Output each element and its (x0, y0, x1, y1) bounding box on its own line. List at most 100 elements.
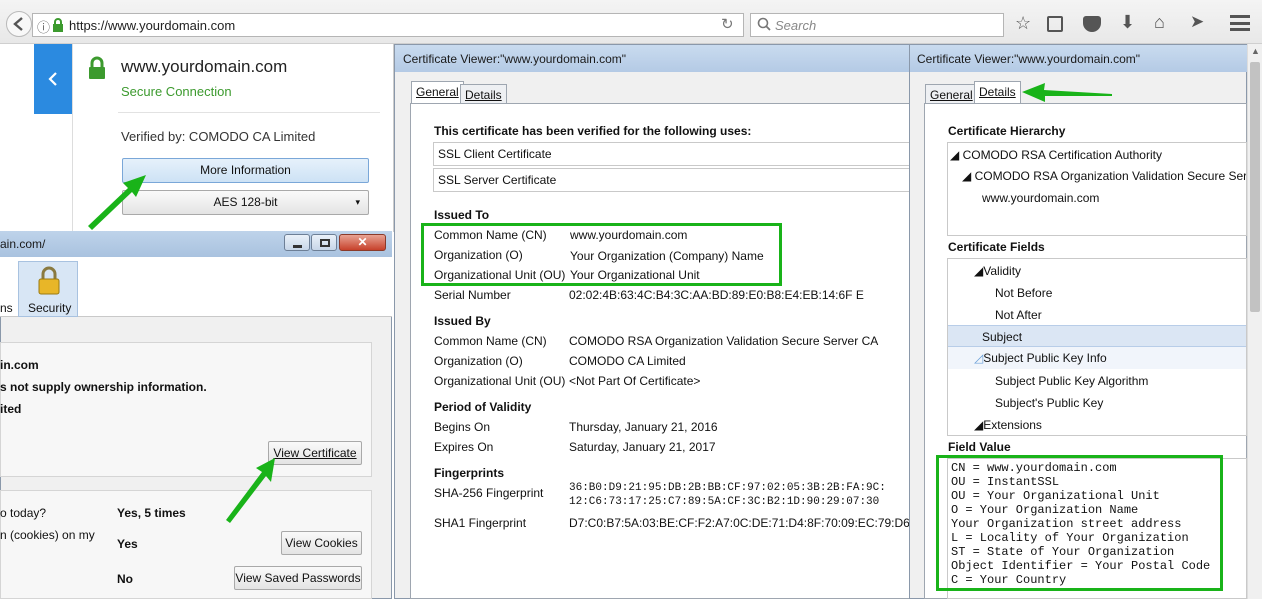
verified-uses-heading: This certificate has been verified for t… (434, 124, 752, 138)
verified-by-text: Verified by: COMODO CA Limited (121, 129, 316, 144)
tab-general-label: General (416, 85, 459, 99)
field-value: COMODO CA Limited (569, 354, 686, 368)
page-info-titlebar: ain.com/ ✕ (0, 231, 392, 257)
identity-divider (72, 44, 73, 232)
tab-general[interactable]: General (411, 81, 464, 103)
field-label: Begins On (434, 420, 491, 434)
view-cookies-button[interactable]: View Cookies (281, 531, 362, 555)
tree-node-label: Extensions (983, 418, 1042, 432)
field-value: COMODO RSA Organization Validation Secur… (569, 334, 879, 348)
search-icon (757, 17, 771, 31)
cipher-label: AES 128-bit (213, 195, 278, 209)
tree-node-label: Not Before (995, 286, 1053, 300)
cert-general-titlebar: Certificate Viewer:"www.yourdomain.com" (395, 45, 909, 72)
field-label: Expires On (434, 440, 494, 454)
downloads-icon[interactable]: ⬇ (1120, 12, 1135, 33)
cert-details-title: Certificate Viewer:"www.yourdomain.com" (917, 52, 1141, 66)
scroll-up-arrow-icon[interactable]: ▲ (1251, 46, 1260, 56)
tree-node[interactable]: ◢Validity (974, 264, 1021, 278)
view-saved-passwords-button[interactable]: View Saved Passwords (234, 566, 362, 590)
tab-security-label: Security (28, 301, 72, 315)
search-placeholder: Search (775, 18, 817, 33)
tab-details[interactable]: Details (974, 81, 1021, 103)
tree-node-label: Subject (982, 330, 1023, 344)
fields-tree[interactable]: ◢Validity Not Before Not After Subject ◿… (947, 258, 1247, 436)
owner-info-fragment: s not supply ownership information. (0, 380, 207, 394)
info-icon[interactable]: ⓘ (37, 17, 50, 36)
menu-icon[interactable] (1230, 15, 1250, 31)
page-info-title: ain.com/ (0, 237, 46, 251)
minimize-button[interactable] (284, 234, 310, 251)
tree-node-label: COMODO RSA Certification Authority (962, 148, 1162, 162)
tab-details-label: Details (979, 85, 1016, 99)
sha256-value-line2: 12:C6:73:17:25:C7:89:5A:CF:3C:B2:1D:90:2… (569, 496, 880, 508)
tree-node-label: Validity (983, 264, 1022, 278)
dropdown-arrow-icon: ▾ (355, 197, 360, 207)
tab-permissions-fragment[interactable]: ns (0, 301, 13, 315)
field-value-heading: Field Value (948, 440, 1011, 454)
close-button[interactable]: ✕ (339, 234, 386, 251)
hierarchy-tree[interactable]: ◢ COMODO RSA Certification Authority ◢ C… (947, 142, 1247, 236)
tree-node[interactable]: ◢ COMODO RSA Organization Validation Sec… (962, 169, 1246, 183)
identity-back-button[interactable] (34, 44, 72, 114)
tree-node[interactable]: Subject's Public Key (995, 396, 1103, 410)
sha256-label: SHA-256 Fingerprint (434, 486, 544, 500)
use-item-label: SSL Client Certificate (438, 147, 552, 161)
cert-details-titlebar: Certificate Viewer:"www.yourdomain.com" (910, 45, 1247, 72)
tab-general-label: General (930, 88, 973, 102)
tab-general[interactable]: General (925, 84, 978, 103)
visited-question: o today? (0, 506, 47, 520)
send-icon[interactable]: ➤ (1190, 12, 1204, 32)
fingerprints-heading: Fingerprints (434, 466, 505, 480)
use-item-label: SSL Server Certificate (438, 173, 557, 187)
site-domain-fragment: in.com (0, 358, 39, 372)
home-icon[interactable]: ⌂ (1154, 12, 1165, 33)
passwords-answer: No (117, 572, 133, 586)
search-bar[interactable]: Search (750, 13, 1004, 37)
reading-list-icon[interactable] (1047, 16, 1063, 32)
tree-node-label: Subject Public Key Algorithm (995, 374, 1149, 388)
sha1-value: D7:C0:B7:5A:03:BE:CF:F2:A7:0C:DE:71:D4:8… (569, 516, 927, 530)
validity-heading: Period of Validity (434, 400, 532, 414)
cert-general-title: Certificate Viewer:"www.yourdomain.com" (403, 52, 627, 66)
tree-node-label: www.yourdomain.com (982, 191, 1100, 205)
tree-node[interactable]: ◢ COMODO RSA Certification Authority (950, 148, 1162, 162)
tree-node[interactable]: www.yourdomain.com (982, 191, 1099, 205)
issued-to-heading: Issued To (434, 208, 490, 222)
tab-security[interactable]: Security (18, 261, 78, 317)
back-button[interactable] (6, 11, 32, 37)
cipher-dropdown[interactable]: AES 128-bit ▾ (122, 190, 369, 215)
view-certificate-label: View Certificate (273, 446, 357, 460)
tab-details[interactable]: Details (460, 84, 507, 103)
issued-to-highlight-box (421, 223, 782, 286)
field-label: Common Name (CN) (434, 334, 547, 348)
tab-details-label: Details (465, 88, 502, 102)
more-information-button[interactable]: More Information (122, 158, 369, 183)
padlock-icon (37, 266, 61, 296)
scrollbar-thumb[interactable] (1250, 62, 1260, 312)
tree-node-selected[interactable]: Subject (948, 325, 1246, 347)
tree-node[interactable]: Not Before (995, 286, 1052, 300)
view-certificate-button[interactable]: View Certificate (268, 441, 362, 465)
bookmark-star-icon[interactable]: ☆ (1015, 13, 1031, 34)
secure-connection-text: Secure Connection (121, 84, 232, 99)
field-label: Organizational Unit (OU) (434, 374, 566, 388)
fields-heading: Certificate Fields (948, 240, 1045, 254)
reload-icon[interactable]: ↻ (721, 15, 734, 33)
tree-node-hover[interactable]: ◿Subject Public Key Info (948, 347, 1246, 369)
field-value: <Not Part Of Certificate> (569, 374, 701, 388)
identity-separator (118, 112, 380, 113)
field-label: Organization (O) (434, 354, 523, 368)
url-text: https://www.yourdomain.com (69, 18, 236, 33)
field-value: Saturday, January 21, 2017 (569, 440, 716, 454)
use-item: SSL Server Certificate (433, 168, 910, 192)
tree-node[interactable]: ◢Extensions (974, 418, 1042, 432)
page-scrollbar[interactable]: ▲ (1247, 44, 1262, 599)
lock-icon[interactable] (52, 17, 64, 33)
tree-node[interactable]: Subject Public Key Algorithm (995, 374, 1148, 388)
tree-node[interactable]: Not After (995, 308, 1042, 322)
url-bar[interactable]: ⓘ https://www.yourdomain.com ↻ (32, 13, 744, 37)
use-item: SSL Client Certificate (433, 142, 910, 166)
maximize-button[interactable] (311, 234, 337, 251)
cookies-question: n (cookies) on my (0, 528, 95, 542)
